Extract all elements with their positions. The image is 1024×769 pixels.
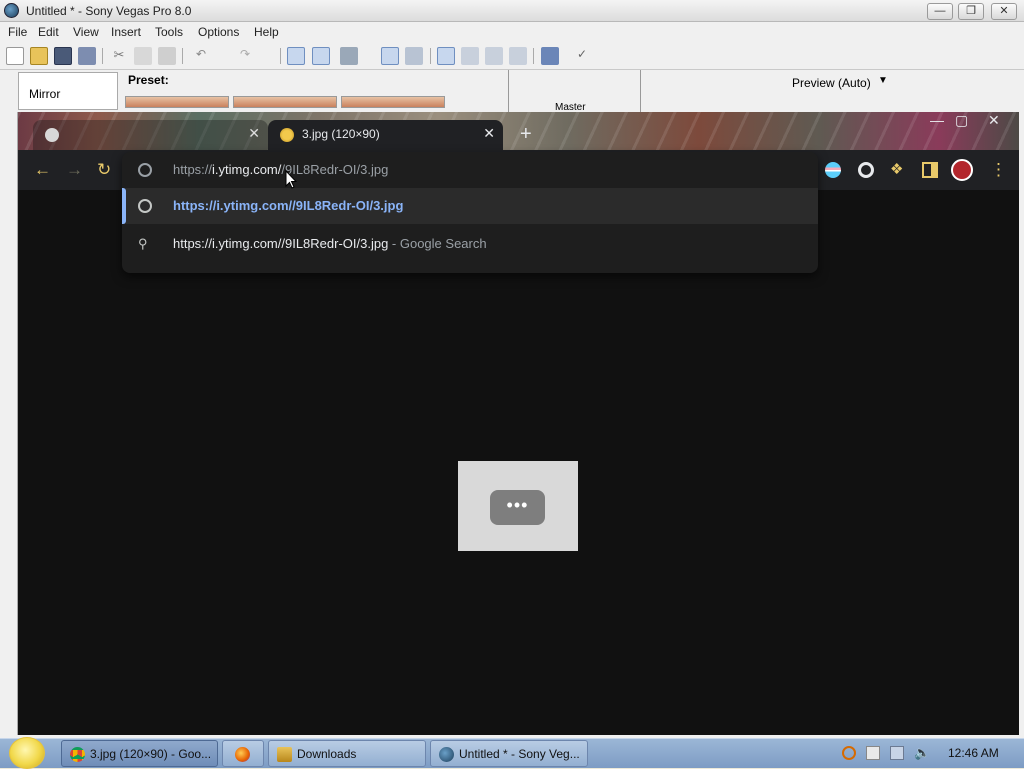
menu-help[interactable]: Help: [254, 25, 279, 39]
taskbar-item-chrome[interactable]: 3.jpg (120×90) - Goo...: [61, 740, 218, 767]
extension-flag-icon[interactable]: [825, 162, 841, 178]
preset-thumbnail[interactable]: [125, 96, 229, 108]
selection-tool-icon[interactable]: [485, 47, 503, 65]
suggestion-item[interactable]: https://i.ytimg.com//9IL8Redr-OI/3.jpg: [122, 188, 818, 224]
suggestion-url: https://i.ytimg.com//9IL8Redr-OI/3.jpg: [173, 198, 404, 213]
properties-icon[interactable]: ✓: [573, 47, 591, 65]
forward-icon[interactable]: →: [66, 161, 83, 178]
globe-icon: [138, 163, 152, 177]
menu-kebab-icon[interactable]: ⋮: [990, 161, 1007, 178]
volume-icon[interactable]: 🔈: [914, 746, 930, 760]
back-icon[interactable]: ←: [34, 161, 51, 178]
preview-quality-dropdown[interactable]: Preview (Auto): [792, 76, 871, 90]
action-center-icon[interactable]: [866, 746, 880, 760]
open-folder-icon[interactable]: [30, 47, 48, 65]
taskbar: 3.jpg (120×90) - Goo... Downloads Untitl…: [0, 737, 1024, 769]
start-orb-icon[interactable]: [9, 737, 45, 769]
tab-close-icon[interactable]: ✕: [483, 125, 495, 142]
menu-insert[interactable]: Insert: [111, 25, 141, 39]
vegas-menubar: File Edit View Insert Tools Options Help: [0, 22, 1024, 42]
chrome-window: ✕ 3.jpg (120×90) ✕ + — ▢ ✕ ← → ↻ ❖ ⋮ htt…: [18, 112, 1019, 735]
new-project-icon[interactable]: [6, 47, 24, 65]
zoom-tool-icon[interactable]: [509, 47, 527, 65]
copy-icon[interactable]: [134, 47, 152, 65]
favicon-icon: [45, 128, 59, 142]
preset-thumbnail[interactable]: [341, 96, 445, 108]
address-bar[interactable]: https://i.ytimg.com//9IL8Redr-OI/3.jpg: [122, 152, 818, 188]
taskbar-item-firefox[interactable]: [222, 740, 264, 767]
globe-icon: [138, 199, 152, 213]
undo-icon[interactable]: ↶: [192, 47, 210, 65]
network-icon[interactable]: [890, 746, 904, 760]
extension-circle-icon[interactable]: [858, 162, 874, 178]
suggestion-search-text: https://i.ytimg.com//9IL8Redr-OI/3.jpg -…: [173, 236, 487, 251]
chevron-down-icon[interactable]: ▼: [878, 75, 888, 86]
vegas-toolbar: ✂ ↶ ↷ ✓: [0, 42, 1024, 70]
reload-icon[interactable]: ↻: [97, 161, 111, 178]
restore-button[interactable]: ❐: [958, 3, 984, 20]
menu-options[interactable]: Options: [198, 25, 239, 39]
chrome-close-icon[interactable]: ✕: [988, 112, 1000, 129]
chrome-maximize-icon[interactable]: ▢: [955, 112, 968, 129]
vegas-left-edge: [0, 112, 18, 740]
ignore-grouping-icon[interactable]: [405, 47, 423, 65]
new-tab-icon[interactable]: +: [520, 124, 532, 144]
tab-title: 3.jpg (120×90): [302, 127, 380, 141]
tab-close-icon[interactable]: ✕: [248, 125, 260, 142]
suggestion-item[interactable]: ⚲ https://i.ytimg.com//9IL8Redr-OI/3.jpg…: [122, 226, 818, 262]
redo-icon[interactable]: ↷: [236, 47, 254, 65]
search-icon: ⚲: [138, 236, 148, 251]
render-icon[interactable]: [541, 47, 559, 65]
chrome-icon: [70, 747, 85, 762]
fx-list[interactable]: Mirror: [18, 72, 118, 110]
auto-crossfade-icon[interactable]: [312, 47, 330, 65]
vegas-titlebar: Untitled * - Sony Vegas Pro 8.0 — ❐ ✕: [0, 0, 1024, 22]
taskbar-item-vegas[interactable]: Untitled * - Sony Veg...: [430, 740, 588, 767]
vegas-icon: [439, 747, 454, 762]
taskbar-item-downloads[interactable]: Downloads: [268, 740, 426, 767]
firefox-icon: [235, 747, 250, 762]
cut-icon[interactable]: ✂: [110, 47, 128, 65]
snapping-icon[interactable]: [287, 47, 305, 65]
system-tray: 🔈 12:46 AM: [836, 740, 1024, 767]
fx-item-mirror[interactable]: Mirror: [29, 87, 60, 101]
image-placeholder[interactable]: •••: [458, 461, 578, 551]
profile-avatar[interactable]: [951, 159, 973, 181]
preset-thumbnail[interactable]: [233, 96, 337, 108]
normal-edit-tool-icon[interactable]: [437, 47, 455, 65]
menu-view[interactable]: View: [73, 25, 99, 39]
more-options-icon: •••: [490, 490, 545, 525]
side-panel-icon[interactable]: [922, 162, 938, 178]
save-icon[interactable]: [54, 47, 72, 65]
tab-inactive[interactable]: ✕: [33, 120, 268, 150]
chrome-minimize-icon[interactable]: —: [930, 112, 944, 128]
omnibox-dropdown: https://i.ytimg.com//9IL8Redr-OI/3.jpg h…: [122, 152, 818, 273]
ripple-icon[interactable]: [340, 47, 358, 65]
tab-active[interactable]: 3.jpg (120×90) ✕: [268, 120, 503, 150]
vegas-app-icon: [4, 3, 19, 18]
search-tray-icon[interactable]: [842, 746, 856, 760]
save-as-icon[interactable]: [78, 47, 96, 65]
menu-edit[interactable]: Edit: [38, 25, 59, 39]
mouse-cursor-icon: [285, 170, 297, 189]
preset-label: Preset:: [128, 73, 169, 87]
folder-icon: [277, 747, 292, 762]
menu-file[interactable]: File: [8, 25, 27, 39]
close-button[interactable]: ✕: [991, 3, 1017, 20]
menu-tools[interactable]: Tools: [155, 25, 183, 39]
paste-icon[interactable]: [158, 47, 176, 65]
lock-envelopes-icon[interactable]: [381, 47, 399, 65]
address-input[interactable]: https://i.ytimg.com//9IL8Redr-OI/3.jpg: [173, 162, 388, 177]
vegas-window-title: Untitled * - Sony Vegas Pro 8.0: [26, 4, 192, 18]
envelope-tool-icon[interactable]: [461, 47, 479, 65]
image-favicon-icon: [280, 128, 294, 142]
chrome-tab-strip: ✕ 3.jpg (120×90) ✕ + — ▢ ✕: [18, 112, 1019, 150]
minimize-button[interactable]: —: [927, 3, 953, 20]
clock[interactable]: 12:46 AM: [948, 746, 999, 760]
vegas-right-edge: [1019, 112, 1024, 740]
extensions-puzzle-icon[interactable]: ❖: [890, 162, 906, 178]
